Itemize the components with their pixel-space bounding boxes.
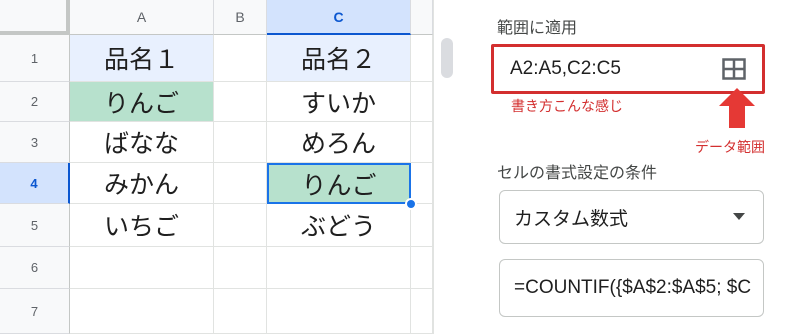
cell-b6[interactable]	[214, 247, 267, 289]
cell-d4[interactable]	[411, 163, 433, 204]
cell-b4[interactable]	[214, 163, 267, 204]
custom-formula-input[interactable]: =COUNTIF({$A$2:$A$5; $C	[499, 259, 764, 317]
cell-a6[interactable]	[70, 247, 214, 289]
cell-c7[interactable]	[267, 289, 411, 334]
cell-d2[interactable]	[411, 82, 433, 122]
format-conditions-label: セルの書式設定の条件	[497, 163, 658, 182]
cell-a7[interactable]	[70, 289, 214, 334]
cell-a4[interactable]: みかん	[70, 163, 214, 204]
column-header-d[interactable]	[411, 0, 433, 35]
cell-a5[interactable]: いちご	[70, 204, 214, 247]
cell-b2[interactable]	[214, 82, 267, 122]
cell-a1[interactable]: 品名１	[70, 35, 214, 82]
cell-b3[interactable]	[214, 122, 267, 163]
cell-a2[interactable]: りんご	[70, 82, 214, 122]
cell-d6[interactable]	[411, 247, 433, 289]
column-header-a[interactable]: A	[70, 0, 214, 35]
cell-c3[interactable]: めろん	[267, 122, 411, 163]
row-header-5[interactable]: 5	[0, 204, 70, 247]
row-header-3[interactable]: 3	[0, 122, 70, 163]
row-header-6[interactable]: 6	[0, 247, 70, 289]
cell-c5[interactable]: ぶどう	[267, 204, 411, 247]
condition-type-value: カスタム数式	[514, 207, 629, 230]
cell-c6[interactable]	[267, 247, 411, 289]
select-all-corner[interactable]	[0, 0, 70, 35]
cell-b5[interactable]	[214, 204, 267, 247]
data-range-annotation: データ範囲	[695, 140, 765, 156]
red-up-arrow-icon	[719, 88, 755, 132]
cell-d1[interactable]	[411, 35, 433, 82]
range-input[interactable]: A2:A5,C2:C5	[498, 50, 758, 88]
row-header-4[interactable]: 4	[0, 163, 70, 204]
column-header-c[interactable]: C	[267, 0, 411, 35]
cell-b1[interactable]	[214, 35, 267, 82]
cell-c1[interactable]: 品名２	[267, 35, 411, 82]
cell-c4-active[interactable]: りんご	[267, 163, 411, 204]
cell-b7[interactable]	[214, 289, 267, 334]
row-header-1[interactable]: 1	[0, 35, 70, 82]
chevron-down-icon[interactable]	[733, 213, 745, 220]
example-annotation: 書き方こんな感じ	[511, 99, 623, 115]
grid-select-icon[interactable]	[722, 58, 746, 84]
condition-type-dropdown[interactable]: カスタム数式	[499, 190, 764, 244]
cell-d7[interactable]	[411, 289, 433, 334]
custom-formula-value: =COUNTIF({$A$2:$A$5; $C	[514, 277, 752, 298]
cell-c2[interactable]: すいか	[267, 82, 411, 122]
scrollbar-thumb[interactable]	[441, 38, 453, 78]
column-header-b[interactable]: B	[214, 0, 267, 35]
cell-d3[interactable]	[411, 122, 433, 163]
fill-handle[interactable]	[405, 198, 417, 210]
row-header-7[interactable]: 7	[0, 289, 70, 334]
cell-a3[interactable]: ばなな	[70, 122, 214, 163]
apply-to-range-label: 範囲に適用	[497, 18, 578, 37]
cell-d5[interactable]	[411, 204, 433, 247]
spreadsheet-grid: A B C 1 2 3 4 5 6 7 品名１ 品名２ りんご すいか ばなな …	[0, 0, 462, 334]
row-header-2[interactable]: 2	[0, 82, 70, 122]
